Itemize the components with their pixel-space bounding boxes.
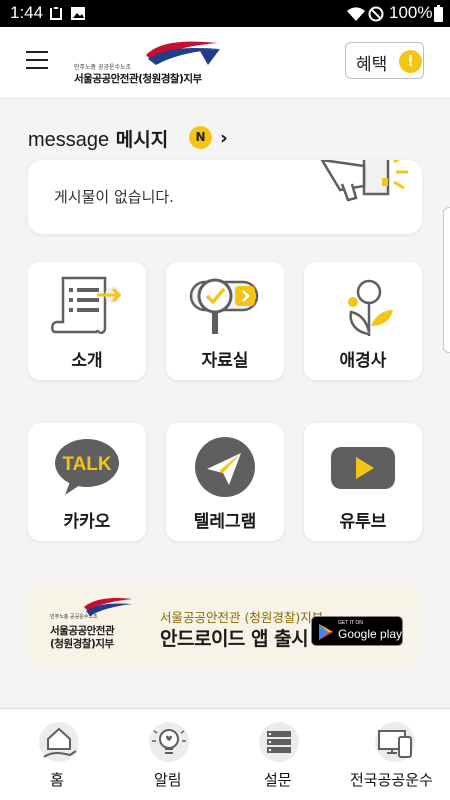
tile-telegram[interactable]: 텔레그램	[166, 423, 284, 541]
tile-label: 자료실	[201, 351, 249, 371]
tile-label: 유투브	[339, 512, 387, 532]
tile-label: 애경사	[339, 351, 387, 371]
nav-label: 알림	[154, 771, 182, 789]
svg-text:TALK: TALK	[62, 454, 112, 475]
tile-kakao[interactable]: TALK 카카오	[28, 423, 146, 541]
flower-icon	[348, 279, 393, 336]
telegram-icon	[195, 437, 255, 497]
lightbulb-icon	[149, 722, 189, 762]
app-header: 민주노총 공공운수노조 서울공공안전관(청원경찰)지부 혜택 !	[0, 27, 450, 99]
side-drawer-handle[interactable]	[443, 207, 450, 353]
wifi-icon	[347, 7, 365, 21]
sync-icon	[50, 7, 62, 20]
battery-icon	[434, 5, 443, 22]
empty-message-text: 게시물이 없습니다.	[54, 188, 174, 206]
kakao-talk-icon: TALK	[55, 439, 119, 495]
home-hand-icon	[39, 722, 79, 762]
logo-title: 서울공공안전관(청원경찰)지부	[74, 73, 202, 85]
logo-subtitle: 민주노총 공공운수노조	[74, 64, 132, 71]
megaphone-icon	[320, 160, 408, 202]
message-card[interactable]: 게시물이 없습니다.	[28, 160, 422, 234]
banner-logo-line2: (청원경찰)지부	[50, 638, 114, 650]
store-name: Google play	[338, 627, 403, 641]
tile-events[interactable]: 애경사	[304, 262, 422, 380]
battery-percent: 100%	[389, 3, 433, 22]
message-section-title[interactable]: message 메시지	[28, 125, 168, 151]
menu-button[interactable]	[26, 51, 48, 71]
tile-youtube[interactable]: 유투브	[304, 423, 422, 541]
message-title-en: message	[28, 129, 110, 151]
bottom-navigation: 홈 알림 설문 전국공공운수	[0, 708, 450, 800]
magnifier-check-icon	[189, 278, 259, 334]
survey-list-icon	[259, 722, 299, 762]
nav-label: 홈	[50, 771, 64, 789]
nav-notifications[interactable]: 알림	[140, 709, 200, 800]
message-title-ko: 메시지	[115, 129, 169, 151]
nav-label: 전국공공운수	[350, 771, 433, 789]
new-badge: N	[189, 126, 212, 149]
benefit-button[interactable]: 혜택 !	[345, 42, 424, 79]
app-release-banner[interactable]: 민주노총 공공운수노조 서울공공안전관 (청원경찰)지부 서울공공안전관 (청원…	[28, 583, 420, 668]
document-arrow-icon	[51, 276, 122, 334]
alert-icon: !	[399, 50, 422, 73]
google-play-button[interactable]: GET IT ON Google play	[311, 616, 403, 646]
nav-survey[interactable]: 설문	[250, 709, 310, 800]
benefit-label: 혜택	[356, 55, 388, 75]
devices-icon	[375, 722, 415, 762]
youtube-icon	[331, 447, 395, 489]
tile-intro[interactable]: 소개	[28, 262, 146, 380]
nav-home[interactable]: 홈	[30, 709, 90, 800]
do-not-disturb-icon	[368, 6, 384, 22]
tile-archive[interactable]: 자료실	[166, 262, 284, 380]
tile-label: 소개	[71, 351, 103, 371]
status-bar: 1:44 100%	[0, 0, 450, 27]
chevron-right-icon[interactable]: ›	[220, 127, 228, 149]
tile-label: 카카오	[63, 512, 111, 532]
banner-headline: 안드로이드 앱 출시	[160, 628, 309, 650]
nav-national-union[interactable]: 전국공공운수	[345, 709, 450, 800]
image-icon	[71, 7, 85, 20]
google-play-icon	[319, 624, 333, 640]
nav-label: 설문	[264, 771, 292, 789]
status-time: 1:44	[10, 3, 44, 22]
tile-label: 텔레그램	[193, 512, 257, 532]
union-logo[interactable]: 민주노총 공공운수노조 서울공공안전관(청원경찰)지부	[70, 37, 230, 87]
store-caption: GET IT ON	[338, 620, 363, 626]
banner-logo-subtitle: 민주노총 공공운수노조	[50, 614, 98, 620]
logo-wing-icon	[146, 41, 220, 65]
